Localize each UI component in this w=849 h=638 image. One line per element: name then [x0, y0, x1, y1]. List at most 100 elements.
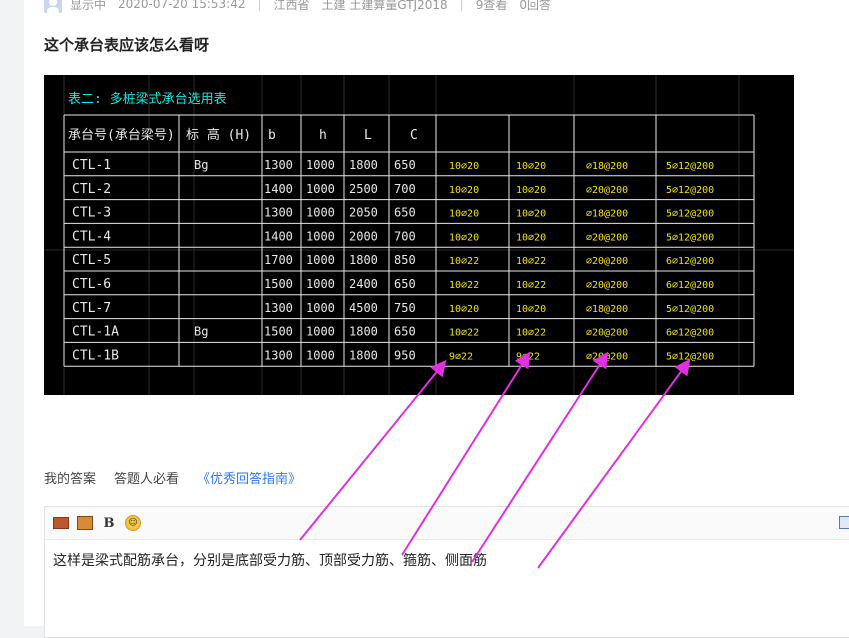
table-cell: 2050	[349, 206, 378, 220]
question-meta: 显示中 2020-07-20 15:53:42 | 江西省 土建 土建算量GTJ…	[44, 0, 563, 14]
table-cell: 5⌀12@200	[666, 209, 714, 220]
table-cell: 10⌀22	[516, 280, 546, 291]
tab-my-answer[interactable]: 我的答案	[44, 468, 96, 487]
table-cell: 1400	[264, 182, 293, 196]
table-caption: 表二: 多桩梁式承台选用表	[68, 91, 227, 107]
table-cell: 1700	[264, 253, 293, 267]
tab-must-read[interactable]: 答题人必看	[114, 468, 179, 487]
answers-count: 0回答	[519, 0, 551, 12]
cad-table-image[interactable]: 表二: 多桩梁式承台选用表 承台号(承台梁号) 标 高 (H) b h L C CTL-1 Bg…	[44, 75, 794, 395]
table-cell: 1800	[349, 348, 378, 362]
table-cell: 6⌀12@200	[666, 256, 714, 267]
table-cell: CTL-1	[72, 158, 111, 173]
status-text: 显示中	[70, 0, 107, 12]
table-cell: 650	[394, 325, 416, 339]
location-text: 江西省	[273, 0, 310, 12]
upload-image-icon[interactable]	[77, 515, 93, 531]
editor-toolbar: B ☺	[45, 507, 849, 540]
table-cell: 10⌀20	[449, 209, 479, 220]
table-cell: 6⌀12@200	[666, 328, 714, 339]
table-header: b	[268, 128, 276, 143]
editor-content[interactable]: 这样是梁式配筋承台，分别是底部受力筋、顶部受力筋、箍筋、侧面筋	[45, 540, 849, 580]
table-header: h	[319, 128, 327, 143]
guide-link[interactable]: 《优秀回答指南》	[197, 468, 301, 487]
table-cell: 10⌀20	[449, 185, 479, 196]
table-cell: 1000	[306, 206, 335, 220]
table-cell: 750	[394, 301, 416, 315]
table-cell: 700	[394, 182, 416, 196]
answer-tabs: 我的答案 答题人必看 《优秀回答指南》	[44, 468, 319, 487]
table-cell: CTL-2	[72, 182, 111, 197]
image-icon[interactable]	[53, 515, 69, 531]
bold-button[interactable]: B	[101, 515, 117, 531]
table-cell: CTL-5	[72, 253, 111, 268]
table-cell: ⌀20@200	[586, 280, 628, 291]
table-cell: 10⌀22	[516, 256, 546, 267]
table-cell: 10⌀22	[516, 328, 546, 339]
table-cell: 9⌀22	[516, 351, 540, 362]
table-cell: 9⌀22	[449, 351, 473, 362]
table-cell: 5⌀12@200	[666, 304, 714, 315]
table-cell: ⌀18@200	[586, 161, 628, 172]
table-cell: 4500	[349, 301, 378, 315]
table-cell: 650	[394, 158, 416, 172]
table-cell: 10⌀22	[449, 280, 479, 291]
table-cell: CTL-7	[72, 301, 111, 316]
table-cell: 1300	[264, 301, 293, 315]
table-cell: 2500	[349, 182, 378, 196]
table-cell: ⌀20@200	[586, 351, 628, 362]
table-cell: 650	[394, 277, 416, 291]
table-cell: 700	[394, 229, 416, 243]
table-cell: Bg	[194, 158, 208, 172]
user-icon	[47, 0, 59, 13]
table-cell: 650	[394, 206, 416, 220]
table-cell: 5⌀12@200	[666, 161, 714, 172]
table-header: L	[364, 128, 372, 143]
table-cell: CTL-4	[72, 229, 111, 244]
table-cell: 10⌀20	[516, 304, 546, 315]
table-cell: 5⌀12@200	[666, 185, 714, 196]
table-cell: 6⌀12@200	[666, 280, 714, 291]
separator: |	[257, 0, 262, 11]
table-cell: 1300	[264, 158, 293, 172]
table-cell: 10⌀22	[449, 328, 479, 339]
table-cell: 1000	[306, 301, 335, 315]
table-cell: 950	[394, 348, 416, 362]
table-cell: ⌀20@200	[586, 185, 628, 196]
cad-drawing: 表二: 多桩梁式承台选用表承台号(承台梁号) 标 高 (H) b h L C CTL-1 Bg…	[44, 75, 794, 395]
table-cell: ⌀20@200	[586, 232, 628, 243]
answer-editor[interactable]: B ☺ 这样是梁式配筋承台，分别是底部受力筋、顶部受力筋、箍筋、侧面筋	[44, 506, 849, 638]
table-cell: 10⌀20	[516, 232, 546, 243]
table-cell: CTL-1B	[72, 348, 119, 363]
table-header: C	[410, 128, 418, 143]
table-cell: CTL-3	[72, 206, 111, 221]
table-cell: 1300	[264, 348, 293, 362]
table-cell: ⌀20@200	[586, 328, 628, 339]
table-cell: 850	[394, 253, 416, 267]
table-cell: 10⌀20	[516, 185, 546, 196]
table-cell: CTL-6	[72, 277, 111, 292]
fullscreen-icon[interactable]	[839, 516, 849, 529]
table-cell: 2000	[349, 229, 378, 243]
emoji-icon[interactable]: ☺	[125, 515, 141, 531]
table-cell: 10⌀20	[449, 232, 479, 243]
table-cell: 1000	[306, 182, 335, 196]
table-cell: 1300	[264, 206, 293, 220]
table-cell: 2400	[349, 277, 378, 291]
category-text[interactable]: 土建 土建算量GTJ2018	[322, 0, 448, 13]
table-cell: 1000	[306, 348, 335, 362]
table-cell: 10⌀20	[449, 161, 479, 172]
table-cell: 5⌀12@200	[666, 351, 714, 362]
table-cell: 10⌀20	[516, 161, 546, 172]
table-cell: 1000	[306, 277, 335, 291]
table-cell: 1000	[306, 158, 335, 172]
avatar[interactable]	[44, 0, 62, 13]
table-cell: 1800	[349, 158, 378, 172]
table-cell: Bg	[194, 325, 208, 339]
post-time: 2020-07-20 15:53:42	[118, 0, 246, 11]
table-cell: 1000	[306, 229, 335, 243]
table-cell: ⌀18@200	[586, 304, 628, 315]
table-header: 标 高 (H)	[186, 127, 251, 143]
table-cell: 10⌀20	[449, 304, 479, 315]
table-cell: 5⌀12@200	[666, 232, 714, 243]
